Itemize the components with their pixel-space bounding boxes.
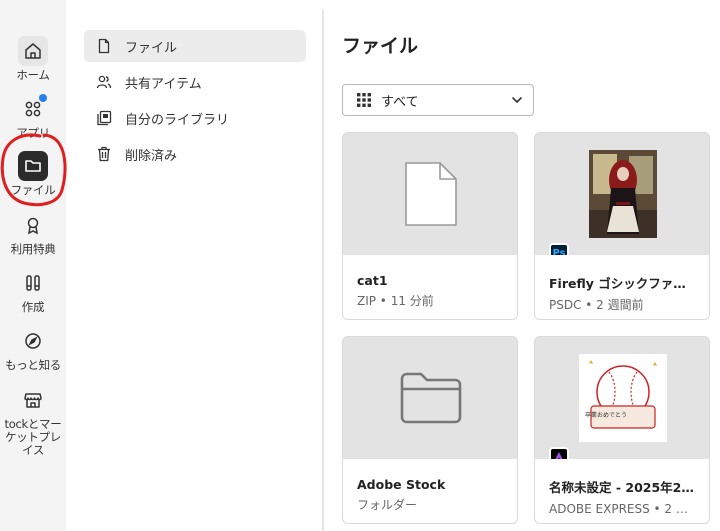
nav-label: 自分のライブラリ bbox=[125, 112, 230, 128]
card-thumbnail bbox=[343, 337, 517, 459]
file-card[interactable]: cat1 ZIP • 11 分前 bbox=[342, 132, 518, 320]
rail-item-stock-marketplace[interactable]: tockとマーケットプレイス bbox=[0, 385, 66, 457]
card-footer: Firefly ゴシックファ… PSDC • 2 週間前 bbox=[535, 255, 709, 319]
card-name: cat1 bbox=[357, 273, 388, 288]
rail-item-create[interactable]: 作成 bbox=[0, 268, 66, 314]
card-footer: Adobe Stock フォルダー bbox=[343, 459, 517, 523]
card-name: 名称未設定 - 2025年2… bbox=[549, 480, 694, 495]
nav-item-deleted[interactable]: 削除済み bbox=[84, 138, 306, 170]
left-rail: ホーム アプリ ファイル 利用特典 作成 もっと知る tockとマーケットプレイ… bbox=[0, 0, 67, 531]
baseball-design-image: 卒業おめでとう bbox=[579, 354, 667, 442]
card-thumbnail bbox=[343, 133, 517, 255]
card-name: Firefly ゴシックファ… bbox=[549, 276, 686, 291]
nav-item-shared[interactable]: 共有アイテム bbox=[84, 66, 306, 98]
card-name: Adobe Stock bbox=[357, 477, 446, 492]
page-title: ファイル bbox=[342, 35, 419, 57]
store-icon bbox=[18, 385, 48, 415]
rail-label: 利用特典 bbox=[10, 242, 56, 256]
file-icon bbox=[405, 162, 457, 226]
folder-card[interactable]: Adobe Stock フォルダー bbox=[342, 336, 518, 524]
rail-label: tockとマーケットプレイス bbox=[4, 417, 62, 457]
svg-text:卒業おめでとう: 卒業おめでとう bbox=[585, 411, 627, 419]
home-icon bbox=[18, 36, 48, 66]
gothic-girl-image bbox=[589, 150, 657, 238]
main-content: ファイル すべて cat1 ZIP • 11 分前 Ps Firefly ゴシッ… bbox=[324, 10, 720, 531]
card-thumbnail: 卒業おめでとう bbox=[535, 337, 709, 459]
file-icon bbox=[96, 38, 112, 54]
card-meta: PSDC • 2 週間前 bbox=[549, 298, 644, 312]
card-footer: 名称未設定 - 2025年2… ADOBE EXPRESS • 2 か… bbox=[535, 459, 709, 523]
rail-item-perks[interactable]: 利用特典 bbox=[0, 210, 66, 256]
rail-label: 作成 bbox=[21, 300, 45, 314]
rail-item-files[interactable]: ファイル bbox=[0, 151, 66, 197]
nav-label: 共有アイテム bbox=[125, 76, 202, 92]
filter-dropdown[interactable]: すべて bbox=[342, 84, 534, 116]
shared-icon bbox=[96, 74, 112, 90]
award-icon bbox=[18, 210, 48, 240]
card-meta: フォルダー bbox=[357, 498, 418, 512]
compass-icon bbox=[18, 326, 48, 356]
nav-item-files[interactable]: ファイル bbox=[84, 30, 306, 62]
rail-label: ファイル bbox=[10, 183, 56, 197]
folder-icon bbox=[400, 372, 462, 424]
nav-label: 削除済み bbox=[125, 148, 178, 164]
notification-dot bbox=[39, 94, 47, 102]
card-meta: ADOBE EXPRESS • 2 か… bbox=[549, 502, 699, 516]
card-meta: ZIP • 11 分前 bbox=[357, 294, 434, 308]
rail-label: ホーム bbox=[16, 68, 50, 82]
files-nav-panel: ファイル 共有アイテム 自分のライブラリ 削除済み bbox=[68, 10, 322, 531]
create-icon bbox=[18, 268, 48, 298]
rail-item-home[interactable]: ホーム bbox=[0, 36, 66, 82]
filter-value: すべて bbox=[381, 94, 419, 110]
file-card[interactable]: Ps Firefly ゴシックファ… PSDC • 2 週間前 bbox=[534, 132, 710, 320]
rail-label: アプリ bbox=[16, 126, 50, 140]
grid-icon bbox=[357, 93, 371, 107]
chevron-down-icon bbox=[512, 97, 522, 103]
file-card[interactable]: 卒業おめでとう 名称未設定 - 2025年2… ADOBE EXPRESS • … bbox=[534, 336, 710, 524]
rail-label: もっと知る bbox=[5, 358, 61, 372]
trash-icon bbox=[96, 146, 112, 162]
apps-icon bbox=[18, 94, 48, 124]
card-thumbnail bbox=[535, 133, 709, 255]
library-icon bbox=[96, 110, 112, 126]
folder-icon bbox=[18, 151, 48, 181]
card-footer: cat1 ZIP • 11 分前 bbox=[343, 255, 517, 319]
nav-label: ファイル bbox=[125, 40, 178, 56]
rail-item-apps[interactable]: アプリ bbox=[0, 94, 66, 140]
nav-item-library[interactable]: 自分のライブラリ bbox=[84, 102, 306, 134]
rail-item-discover[interactable]: もっと知る bbox=[0, 326, 66, 372]
